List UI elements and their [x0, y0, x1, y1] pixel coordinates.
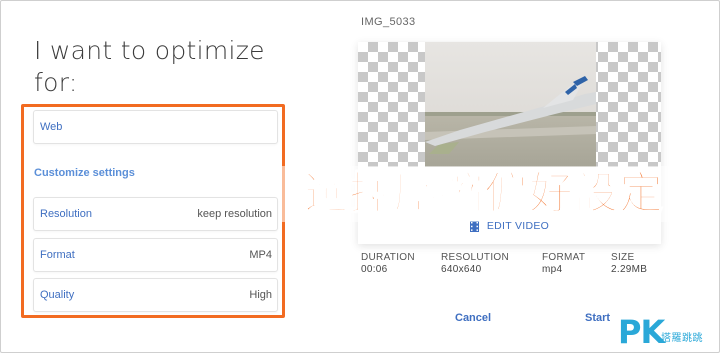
annotation-overlay-text: 選擇壓縮偏好設定 [282, 166, 686, 222]
page-title: I want to optimize for: [34, 36, 265, 97]
format-meta-value: mp4 [542, 264, 563, 275]
film-icon [469, 220, 479, 232]
resolution-meta-label: RESOLUTION [441, 252, 510, 263]
duration-meta: DURATION 00:06 [361, 252, 415, 276]
video-thumbnail[interactable] [425, 42, 596, 167]
duration-label: DURATION [361, 252, 415, 263]
watermark-logo: PK 塔羅跳跳 [618, 313, 719, 352]
size-meta: SIZE 2.29MB [611, 252, 647, 276]
duration-value: 00:06 [361, 264, 388, 275]
app-window: I want to optimize for: Web Customize se… [0, 0, 720, 353]
video-filename: IMG_5033 [361, 16, 416, 28]
watermark-brand: PK [618, 313, 665, 351]
format-meta-label: FORMAT [542, 252, 586, 263]
resolution-meta: RESOLUTION 640x640 [441, 252, 509, 276]
size-meta-label: SIZE [611, 252, 635, 263]
settings-highlight-box [21, 104, 285, 318]
cancel-button[interactable]: Cancel [455, 312, 491, 324]
resolution-meta-value: 640x640 [441, 264, 482, 275]
start-button[interactable]: Start [585, 312, 610, 324]
size-meta-value: 2.29MB [611, 264, 648, 275]
watermark-subtext: 塔羅跳跳 [661, 333, 703, 344]
format-meta: FORMAT mp4 [542, 252, 585, 276]
